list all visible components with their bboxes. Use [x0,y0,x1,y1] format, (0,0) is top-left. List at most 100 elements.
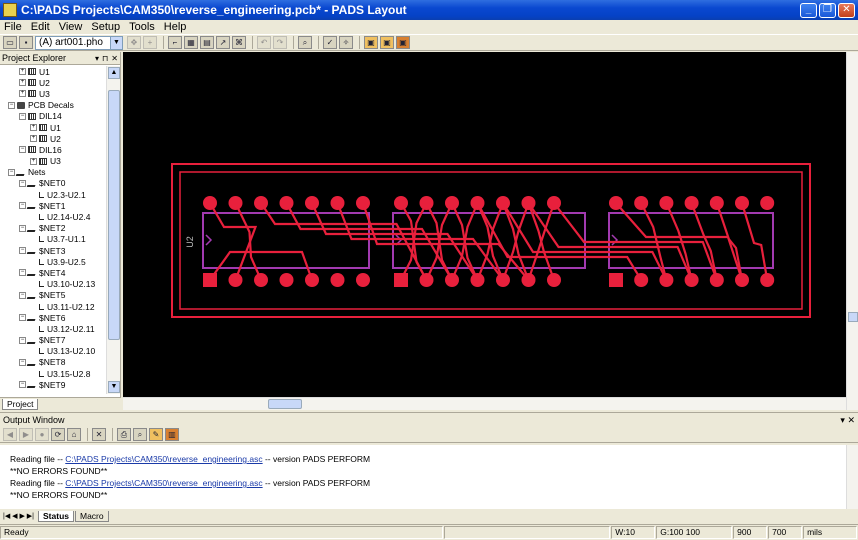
forward-icon[interactable]: ▶ [19,428,33,441]
tree-node[interactable]: U3.12-U2.11 [0,323,106,334]
collapse-icon[interactable]: − [19,336,26,344]
tree-node[interactable]: U3.13-U2.10 [0,346,106,357]
tree-node[interactable]: − $NET1 [0,200,106,211]
minimize-button[interactable]: _ [800,2,817,18]
stop-icon[interactable]: ● [35,428,49,441]
tree-node[interactable]: U3.15-U2.8 [0,368,106,379]
pin-icon[interactable]: ▾ [840,415,845,425]
layers-icon[interactable]: ▤ [200,36,214,49]
expand-icon[interactable]: + [30,124,37,132]
collapse-icon[interactable]: − [19,291,26,299]
chevron-down-icon[interactable]: ▼ [110,36,122,49]
tree-node[interactable]: + U3 [0,88,106,99]
tree-node[interactable]: + U2 [0,77,106,88]
tree-node[interactable]: − $NET8 [0,357,106,368]
undo-icon[interactable]: ↶ [257,36,271,49]
home-icon[interactable]: ⌂ [67,428,81,441]
tree-node[interactable]: − $NET6 [0,312,106,323]
tree-node[interactable]: + U3 [0,156,106,167]
tree-node[interactable]: − DIL16 [0,144,106,155]
tree-node[interactable]: U3.11-U2.12 [0,301,106,312]
canvas-horizontal-scrollbar[interactable] [123,397,846,410]
tree-node[interactable]: − $NET5 [0,290,106,301]
tab-status[interactable]: Status [38,510,74,522]
tree-node[interactable]: − PCB Decals [0,100,106,111]
pcb-canvas[interactable]: U2 [123,52,846,397]
tab-project[interactable]: Project [2,399,39,410]
tree-node[interactable]: − $NET0 [0,178,106,189]
tree-node[interactable]: − DIL14 [0,111,106,122]
expand-icon[interactable]: + [19,79,26,87]
log-file-link[interactable]: C:\PADS Projects\CAM350\reverse_engineer… [65,454,262,464]
expand-icon[interactable]: + [30,157,37,165]
ecO-icon[interactable]: ⌘ [232,36,246,49]
dock-icon[interactable]: ⊓ [102,54,108,63]
tab-macro[interactable]: Macro [75,510,109,522]
tree-node[interactable]: U3.10-U2.13 [0,279,106,290]
collapse-icon[interactable]: − [19,314,26,322]
tree-node[interactable]: − $NET4 [0,267,106,278]
scroll-down-icon[interactable]: ▼ [108,381,120,393]
tree-node[interactable]: − Nets [0,167,106,178]
print-icon[interactable]: ⎙ [117,428,131,441]
tree-node[interactable]: U2.14-U2.4 [0,211,106,222]
highlight-icon[interactable]: ▣ [396,36,410,49]
close-icon[interactable]: ✕ [111,54,118,63]
tree-node[interactable]: − $NET3 [0,245,106,256]
menu-tools[interactable]: Tools [129,21,155,33]
collapse-icon[interactable]: − [19,358,26,366]
expand-icon[interactable]: + [19,90,26,98]
expand-icon[interactable]: + [19,68,26,76]
menu-view[interactable]: View [59,21,83,33]
collapse-icon[interactable]: − [19,179,26,187]
verify-icon[interactable]: ✓ [323,36,337,49]
close-button[interactable]: ✕ [838,2,855,18]
collapse-icon[interactable]: − [8,101,15,109]
save-icon[interactable]: ▪ [19,36,33,49]
collapse-icon[interactable]: − [19,146,26,154]
scroll-up-icon[interactable]: ▲ [108,67,120,79]
menu-setup[interactable]: Setup [91,21,120,33]
tree-node[interactable]: + U1 [0,122,106,133]
tree-node[interactable]: + U2 [0,133,106,144]
tab-nav-icons[interactable]: |◀ ◀ ▶ ▶| [3,512,34,520]
tree-node[interactable]: U2.3-U2.1 [0,189,106,200]
tree-node[interactable]: − $NET2 [0,223,106,234]
pin-icon[interactable]: ▾ [95,54,99,63]
close-icon[interactable]: ✕ [847,415,855,425]
tree-node[interactable]: − $NET7 [0,335,106,346]
menu-help[interactable]: Help [164,21,187,33]
maximize-button[interactable]: ❐ [819,2,836,18]
zoom-in-icon[interactable]: + [143,36,157,49]
tree-node[interactable]: − $NET9 [0,379,106,390]
tree-node[interactable]: U3.7-U1.1 [0,234,106,245]
redo-icon[interactable]: ↷ [273,36,287,49]
columns-icon[interactable]: ▥ [165,428,179,441]
edit-icon[interactable]: ✎ [149,428,163,441]
collapse-icon[interactable]: − [8,168,15,176]
tree-node[interactable]: U3.9-U2.5 [0,256,106,267]
collapse-icon[interactable]: − [19,381,26,389]
tree-node[interactable]: + U1 [0,66,106,77]
open-icon[interactable]: ▭ [3,36,17,49]
collapse-icon[interactable]: − [19,247,26,255]
wand-icon[interactable]: ✧ [339,36,353,49]
refresh-icon[interactable]: ⟳ [51,428,65,441]
pcb-board-svg[interactable]: U2 [123,52,846,397]
scroll-thumb[interactable] [848,312,858,322]
output-scrollbar[interactable] [846,445,858,509]
explorer-scrollbar[interactable]: ▲ ▼ [106,66,120,394]
search-icon[interactable]: ⌕ [298,36,312,49]
expand-icon[interactable]: + [30,135,37,143]
design-icon[interactable]: ▦ [184,36,198,49]
menu-edit[interactable]: Edit [31,21,50,33]
find-icon[interactable]: ⌕ [133,428,147,441]
clear-icon[interactable]: ✕ [92,428,106,441]
layer-select[interactable]: (A) art001.pho ▼ [35,35,123,50]
output-icon[interactable]: ▣ [380,36,394,49]
scroll-thumb[interactable] [268,399,302,409]
scroll-thumb[interactable] [108,90,120,340]
draft-icon[interactable]: ↗ [216,36,230,49]
log-file-link[interactable]: C:\PADS Projects\CAM350\reverse_engineer… [65,478,262,488]
pan-icon[interactable]: ✥ [127,36,141,49]
